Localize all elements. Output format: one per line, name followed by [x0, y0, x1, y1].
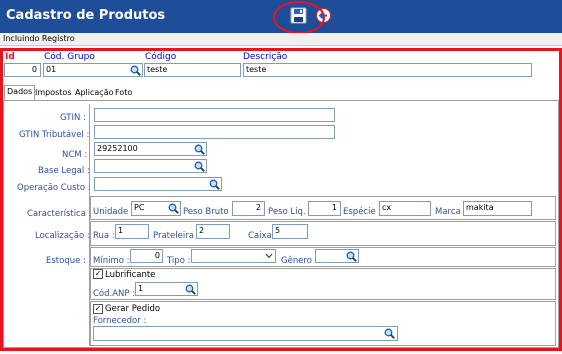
prateleira-field[interactable]: 2 [196, 224, 230, 239]
gtin-trib-field[interactable] [94, 125, 335, 139]
chevron-down-icon[interactable] [265, 253, 273, 259]
gtin-trib-label: GTIN Tributável : [19, 130, 90, 140]
unidade-search-icon[interactable] [168, 203, 179, 214]
cod-anp-search-icon[interactable] [185, 284, 196, 295]
estoque-label: Estoque : [46, 256, 86, 266]
status-bar: Incluindo Registro [0, 33, 562, 46]
genero-label: Gênero : [281, 256, 318, 266]
marca-label: Marca : [435, 207, 467, 217]
marca-field[interactable]: makita [463, 201, 532, 216]
caracteristica-label: Característica : [27, 209, 92, 219]
base-legal-label: Base Legal : [38, 166, 90, 176]
rua-label: Rua : [93, 231, 115, 241]
base-legal-field[interactable] [94, 159, 207, 173]
operacao-field[interactable] [94, 177, 222, 191]
operacao-search-icon[interactable] [209, 179, 220, 190]
highlight-ellipse [273, 1, 325, 34]
localizacao-label: Localização : [35, 231, 90, 241]
gerar-pedido-checkbox[interactable]: ✓ [93, 304, 103, 314]
gtin-field[interactable] [94, 108, 335, 122]
peso-bruto-field[interactable]: 2 [232, 201, 265, 216]
prateleira-label: Prateleira : [153, 231, 200, 241]
gtin-label: GTIN : [60, 113, 86, 123]
ncm-field[interactable]: 29252100 [94, 142, 207, 156]
minimo-label: Mínimo : [93, 256, 130, 266]
especie-label: Espécie : [343, 207, 382, 217]
status-text: Incluindo Registro [3, 34, 75, 43]
rua-field[interactable]: 1 [115, 224, 149, 239]
ncm-label: NCM : [62, 150, 88, 160]
window-title: Cadastro de Produtos [6, 8, 166, 23]
lubrificante-checkbox[interactable]: ✓ [93, 269, 103, 279]
cod-anp-label: Cód.ANP : [93, 289, 136, 299]
peso-liq-field[interactable]: 1 [308, 201, 341, 216]
lubrificante-label: Lubrificante [105, 270, 156, 280]
ncm-search-icon[interactable] [194, 144, 205, 155]
caixa-field[interactable]: 5 [272, 224, 308, 239]
peso-bruto-label: Peso Bruto : [183, 207, 235, 217]
base-legal-search-icon[interactable] [194, 161, 205, 172]
tipo-select[interactable] [191, 249, 276, 263]
fornecedor-field[interactable] [93, 326, 398, 341]
genero-search-icon[interactable] [346, 251, 357, 262]
tipo-label: Tipo : [167, 256, 191, 266]
unidade-label: Unidade : [93, 207, 134, 217]
fornecedor-search-icon[interactable] [384, 328, 395, 339]
operacao-label: Operação Custo : [17, 183, 91, 193]
especie-field[interactable]: cx [379, 201, 431, 216]
fornecedor-label: Fornecedor : [93, 316, 147, 326]
peso-liq-label: Peso Líq. : [268, 207, 312, 217]
gerar-pedido-label: Gerar Pedido [105, 304, 161, 314]
minimo-spinner[interactable]: 0 [130, 249, 163, 263]
